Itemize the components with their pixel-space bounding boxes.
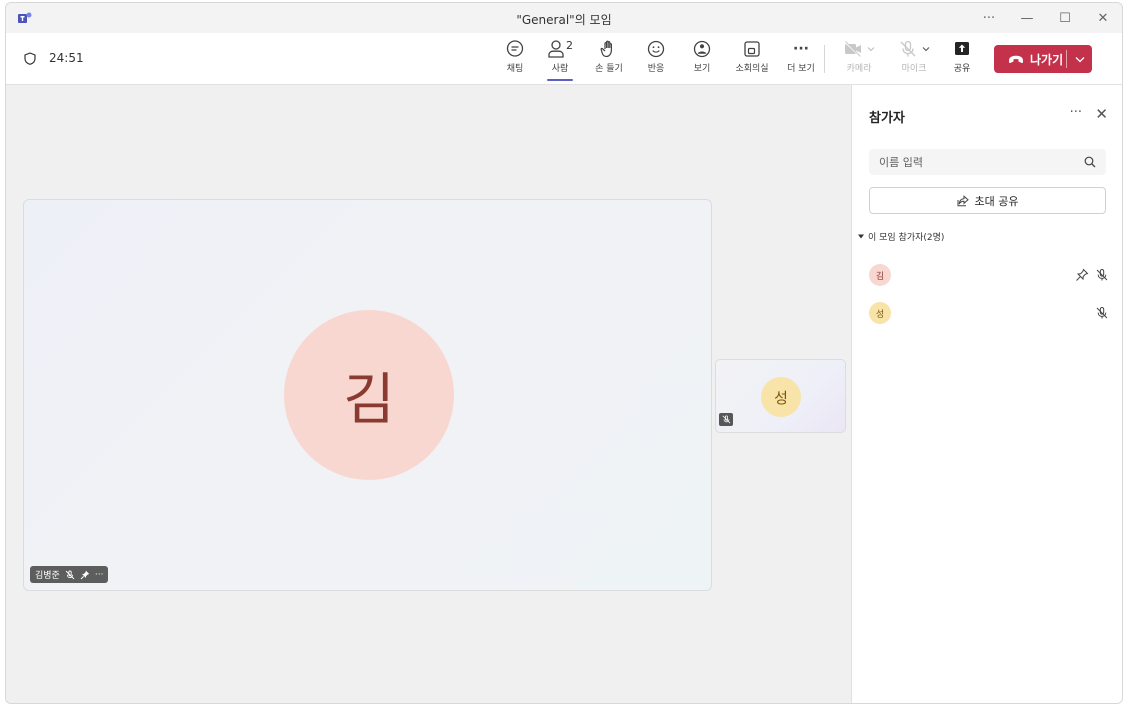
mic-off-icon [1096, 307, 1108, 319]
chat-label: 채팅 [506, 64, 524, 74]
camera-off-icon [844, 41, 861, 57]
more-icon: ··· [793, 41, 809, 57]
meeting-timer: 24:51 [24, 51, 84, 65]
mic-button[interactable]: 마이크 [889, 39, 939, 79]
secondary-mute-indicator [719, 413, 733, 426]
people-label: 사람 [551, 64, 569, 74]
people-icon-wrap: 2 [547, 39, 573, 59]
share-invite-label: 초대 공유 [974, 194, 1019, 208]
breakout-rooms-button[interactable]: 소회의실 [725, 39, 779, 79]
main-name-tag: 김병준 ··· [30, 566, 109, 583]
participants-section-label: 이 모임 참가자(2명) [868, 233, 945, 243]
mic-off-icon [1096, 269, 1108, 281]
search-icon[interactable] [1084, 156, 1096, 168]
maximize-button[interactable]: ☐ [1046, 3, 1084, 33]
minimize-button[interactable]: — [1008, 3, 1046, 33]
raise-hand-button[interactable]: 손 들기 [585, 39, 633, 79]
mic-controls [898, 39, 930, 59]
active-tab-indicator [547, 79, 573, 81]
panel-close-button[interactable]: ✕ [1095, 105, 1108, 123]
main-participant-name: 김병준 [35, 571, 60, 581]
participant-search-input[interactable] [879, 155, 1084, 169]
main-tile-more-button[interactable]: ··· [95, 570, 104, 580]
meeting-toolbar: 24:51 채팅 2 사람 손 들기 반응 보기 소회의실 ··· 더 보기 카… [6, 33, 1122, 85]
participant-row[interactable]: 김 [869, 263, 1109, 287]
close-window-button[interactable]: ✕ [1084, 3, 1122, 33]
shield-icon [24, 51, 36, 65]
chevron-down-icon[interactable] [867, 46, 875, 52]
chat-icon [506, 40, 524, 57]
participants-section-header[interactable]: 이 모임 참가자(2명) [858, 230, 944, 243]
people-count: 2 [566, 39, 573, 52]
leave-options-button[interactable] [1067, 56, 1092, 63]
reaction-label: 반응 [647, 64, 665, 74]
participant-search[interactable] [869, 149, 1106, 175]
main-video-tile[interactable]: 김 김병준 ··· [23, 199, 712, 591]
more-actions-button[interactable]: ··· 더 보기 [779, 39, 823, 79]
share-invite-button[interactable]: 초대 공유 [869, 187, 1106, 214]
toolbar-actions: 채팅 2 사람 손 들기 반응 보기 소회의실 ··· 더 보기 [495, 39, 823, 81]
participant-status-icons [1095, 306, 1109, 320]
raise-hand-icon [600, 40, 612, 58]
participants-panel: 참가자 ··· ✕ 초대 공유 이 모임 참가자(2명) 김 [851, 85, 1122, 703]
hang-up-icon [1009, 55, 1023, 63]
secondary-video-tile[interactable]: 성 [715, 359, 846, 433]
secondary-participant-avatar: 성 [761, 377, 801, 417]
participant-avatar: 성 [869, 302, 891, 324]
mic-off-icon [900, 40, 916, 57]
more-label: 더 보기 [787, 64, 815, 74]
toolbar-divider [824, 45, 825, 73]
mic-label: 마이크 [901, 64, 927, 74]
view-label: 보기 [693, 64, 711, 74]
participant-status-icons [1075, 268, 1109, 282]
share-label: 공유 [953, 64, 971, 74]
pin-icon[interactable] [1075, 268, 1089, 282]
camera-label: 카메라 [846, 64, 872, 74]
caret-down-icon [858, 234, 864, 239]
reaction-button[interactable]: 반응 [633, 39, 679, 79]
view-button[interactable]: 보기 [679, 39, 725, 79]
main-participant-avatar: 김 [284, 310, 454, 480]
chevron-down-icon[interactable] [922, 46, 930, 52]
view-icon [693, 40, 711, 58]
panel-title: 참가자 [869, 111, 905, 126]
mic-off-icon [65, 570, 75, 579]
share-icon [957, 194, 969, 206]
people-icon [548, 40, 564, 58]
share-button[interactable]: 공유 [942, 39, 982, 79]
reaction-icon [647, 40, 665, 58]
title-bar: "General"의 모임 ··· — ☐ ✕ [6, 3, 1122, 33]
camera-controls [843, 39, 875, 59]
leave-main-button[interactable]: 나가기 [994, 51, 1066, 68]
leave-label: 나가기 [1030, 52, 1064, 67]
timer-text: 24:51 [49, 51, 84, 65]
participant-avatar: 김 [869, 264, 891, 286]
people-button[interactable]: 2 사람 [535, 39, 585, 81]
meeting-stage: 김 김병준 ··· 성 [6, 85, 851, 703]
raise-hand-label: 손 들기 [595, 64, 623, 74]
teams-meeting-window: "General"의 모임 ··· — ☐ ✕ 24:51 채팅 2 사람 손 … [5, 2, 1123, 704]
panel-more-button[interactable]: ··· [1070, 105, 1082, 120]
chevron-down-icon [1075, 56, 1084, 62]
participant-row[interactable]: 성 [869, 301, 1109, 325]
camera-button[interactable]: 카메라 [834, 39, 884, 79]
window-controls: ··· — ☐ ✕ [970, 3, 1122, 33]
leave-button[interactable]: 나가기 [994, 45, 1092, 73]
pin-icon [80, 570, 90, 579]
breakout-rooms-icon [744, 41, 760, 57]
mic-off-icon [722, 415, 730, 424]
chat-button[interactable]: 채팅 [495, 39, 535, 79]
window-more-button[interactable]: ··· [970, 3, 1008, 33]
breakout-rooms-label: 소회의실 [735, 64, 769, 74]
window-title: "General"의 모임 [516, 13, 612, 27]
share-screen-icon [955, 42, 969, 55]
